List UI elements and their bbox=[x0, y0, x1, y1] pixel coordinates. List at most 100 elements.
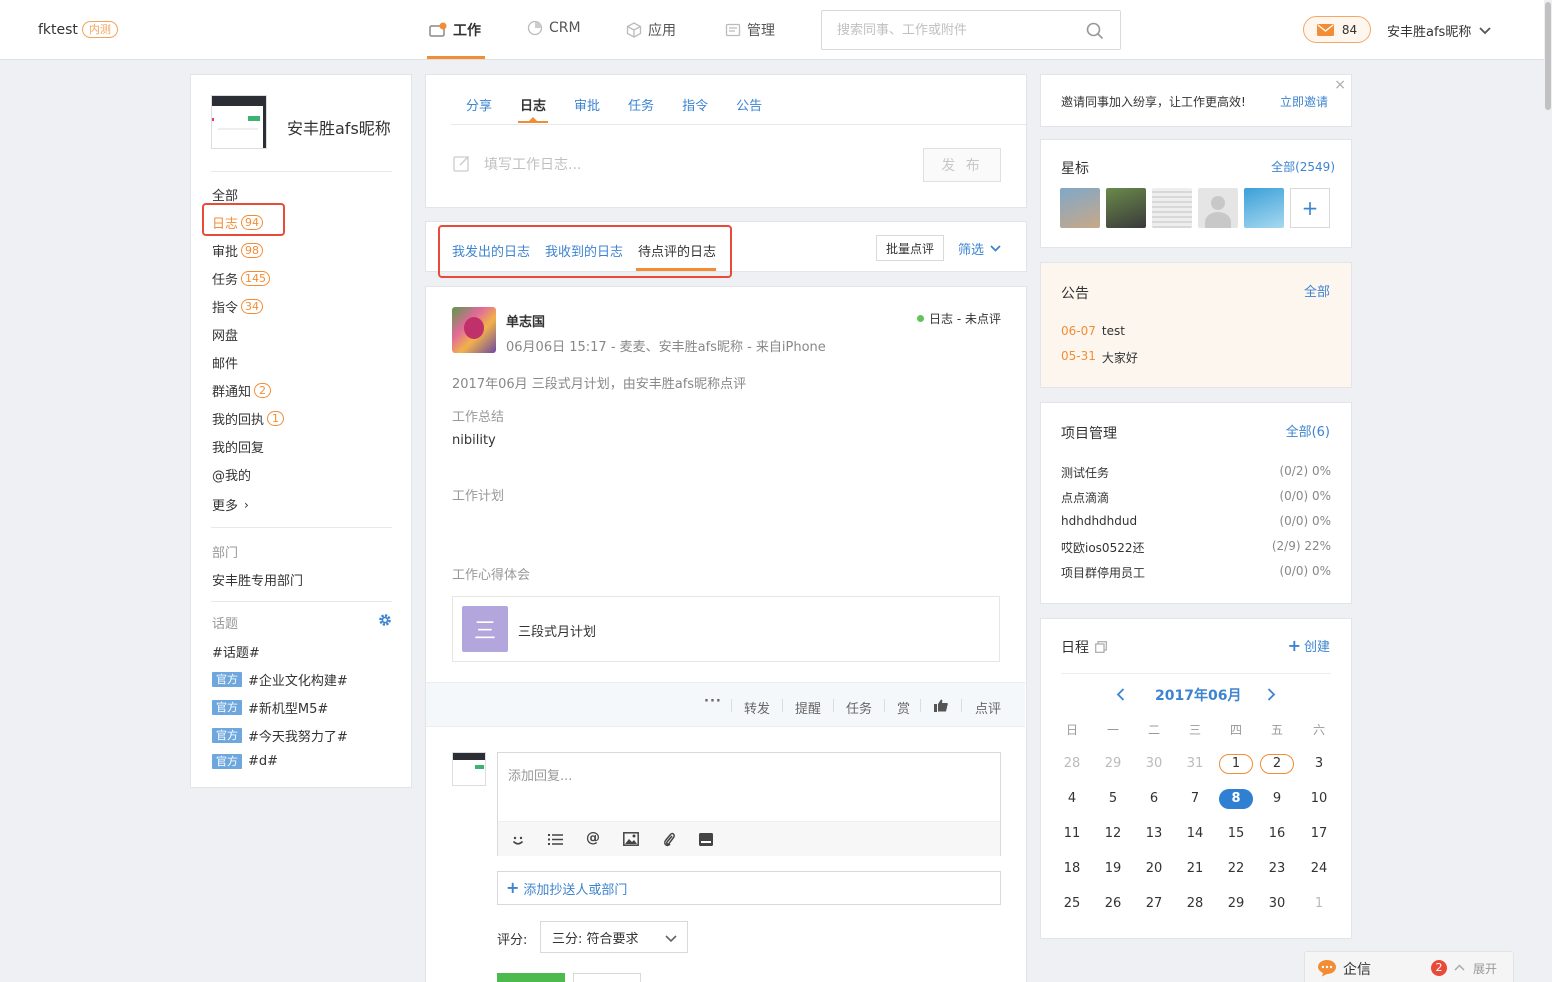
calendar-day[interactable]: 22 bbox=[1219, 859, 1253, 879]
publish-button[interactable]: 发 布 bbox=[923, 148, 1001, 182]
calendar-day[interactable]: 31 bbox=[1178, 754, 1212, 774]
sidebar-item-task[interactable]: 任务 145 bbox=[212, 269, 271, 288]
search-icon[interactable] bbox=[1086, 22, 1104, 40]
calendar-day[interactable]: 10 bbox=[1302, 789, 1336, 809]
project-row[interactable]: 点点滴滴 (0/0) 0% bbox=[1061, 489, 1331, 506]
calendar-day[interactable]: 6 bbox=[1137, 789, 1171, 809]
sidebar-item-mentions[interactable]: @我的 bbox=[212, 465, 251, 484]
calendar-day[interactable]: 30 bbox=[1137, 754, 1171, 774]
starred-avatar[interactable] bbox=[1244, 188, 1284, 228]
topic-item[interactable]: 官方 #企业文化构建# bbox=[212, 670, 348, 689]
calendar-day[interactable]: 26 bbox=[1096, 894, 1130, 914]
emoji-icon[interactable] bbox=[511, 833, 525, 847]
task-button[interactable]: 任务 bbox=[846, 698, 872, 717]
batch-review-button[interactable]: 批量点评 bbox=[876, 235, 944, 261]
topic-item[interactable]: 官方 #新机型M5# bbox=[212, 698, 328, 717]
create-event-button[interactable]: + 创建 bbox=[1288, 636, 1330, 655]
calendar-day[interactable]: 24 bbox=[1302, 859, 1336, 879]
nav-manage[interactable]: 管理 bbox=[725, 20, 775, 40]
scrollbar-thumb[interactable] bbox=[1545, 2, 1551, 110]
sidebar-item-group-notice[interactable]: 群通知 2 bbox=[212, 381, 272, 400]
image-icon[interactable] bbox=[623, 832, 639, 846]
calendar-day[interactable]: 5 bbox=[1096, 789, 1130, 809]
calendar-day[interactable]: 30 bbox=[1260, 894, 1294, 914]
copy-icon[interactable] bbox=[1095, 641, 1107, 653]
sidebar-item-drive[interactable]: 网盘 bbox=[212, 325, 238, 344]
calendar-day[interactable]: 19 bbox=[1096, 859, 1130, 879]
brand[interactable]: fktest 内测 bbox=[38, 21, 118, 38]
sidebar-item-approval[interactable]: 审批 98 bbox=[212, 241, 264, 260]
calendar-day[interactable]: 28 bbox=[1055, 754, 1089, 774]
more-actions-icon[interactable]: ··· bbox=[704, 694, 722, 709]
chevron-left-icon[interactable] bbox=[1116, 688, 1125, 701]
mail-button[interactable]: 84 bbox=[1303, 16, 1371, 43]
calendar-day[interactable]: 20 bbox=[1137, 859, 1171, 879]
tab-approval[interactable]: 审批 bbox=[574, 95, 600, 123]
cancel-button[interactable] bbox=[573, 973, 641, 982]
profile-name[interactable]: 安丰胜afs昵称 bbox=[287, 115, 391, 139]
calendar-day[interactable]: 7 bbox=[1178, 789, 1212, 809]
starred-avatar[interactable] bbox=[1106, 188, 1146, 228]
calendar-day[interactable]: 23 bbox=[1260, 859, 1294, 879]
remind-button[interactable]: 提醒 bbox=[795, 698, 821, 717]
calendar-day[interactable]: 18 bbox=[1055, 859, 1089, 879]
tab-task[interactable]: 任务 bbox=[628, 95, 654, 123]
calendar-day[interactable]: 28 bbox=[1178, 894, 1212, 914]
mention-icon[interactable]: @ bbox=[586, 830, 600, 846]
page-scrollbar[interactable] bbox=[1544, 0, 1552, 982]
announcement-all-link[interactable]: 全部 bbox=[1304, 281, 1330, 300]
filter-dropdown[interactable]: 筛选 bbox=[958, 239, 1001, 258]
search-input[interactable] bbox=[822, 11, 1072, 49]
calendar-day[interactable]: 2 bbox=[1260, 754, 1294, 774]
author-name[interactable]: 单志国 bbox=[506, 311, 545, 330]
close-icon[interactable]: × bbox=[1334, 77, 1346, 93]
project-row[interactable]: 哎欧ios0522还 (2/9) 22% bbox=[1061, 539, 1331, 556]
submit-review-button[interactable] bbox=[497, 973, 565, 982]
tab-share[interactable]: 分享 bbox=[466, 95, 492, 123]
list-icon[interactable] bbox=[548, 833, 563, 846]
calendar-day[interactable]: 9 bbox=[1260, 789, 1294, 809]
calendar-day[interactable]: 29 bbox=[1219, 894, 1253, 914]
calendar-day[interactable]: 3 bbox=[1302, 754, 1336, 774]
calendar-day[interactable]: 29 bbox=[1096, 754, 1130, 774]
reward-button[interactable]: 赏 bbox=[897, 698, 910, 717]
calendar-day[interactable]: 21 bbox=[1178, 859, 1212, 879]
chat-widget[interactable]: 企信 2 展开 bbox=[1304, 951, 1514, 982]
calendar-day[interactable]: 11 bbox=[1055, 824, 1089, 844]
nav-crm[interactable]: CRM bbox=[527, 20, 581, 36]
thumbs-up-icon[interactable] bbox=[934, 699, 948, 712]
user-menu[interactable]: 安丰胜afs昵称 bbox=[1387, 21, 1491, 40]
add-star-button[interactable]: + bbox=[1290, 188, 1330, 228]
calendar-day[interactable]: 14 bbox=[1178, 824, 1212, 844]
review-button[interactable]: 点评 bbox=[975, 698, 1001, 717]
chevron-right-icon[interactable] bbox=[1267, 688, 1276, 701]
calendar-day[interactable]: 12 bbox=[1096, 824, 1130, 844]
announcement-item[interactable]: 05-31 大家好 bbox=[1061, 349, 1138, 366]
calendar-day[interactable]: 16 bbox=[1260, 824, 1294, 844]
tab-announcement[interactable]: 公告 bbox=[736, 95, 762, 123]
calendar-day[interactable]: 25 bbox=[1055, 894, 1089, 914]
sidebar-item-all[interactable]: 全部 bbox=[212, 185, 238, 204]
calendar-day[interactable]: 17 bbox=[1302, 824, 1336, 844]
project-row[interactable]: hdhdhdhdud (0/0) 0% bbox=[1061, 514, 1331, 528]
sidebar-item-dept[interactable]: 安丰胜专用部门 bbox=[212, 570, 303, 589]
attachment-card[interactable]: 三 三段式月计划 bbox=[452, 596, 1000, 662]
topic-item[interactable]: 官方 #今天我努力了# bbox=[212, 726, 348, 745]
attachment-icon[interactable] bbox=[663, 832, 675, 847]
calendar-day[interactable]: 13 bbox=[1137, 824, 1171, 844]
add-cc-button[interactable]: + 添加抄送人或部门 bbox=[497, 871, 1001, 905]
announcement-item[interactable]: 06-07 test bbox=[1061, 324, 1125, 338]
log-compose-input[interactable]: 填写工作日志... bbox=[484, 154, 581, 174]
keyboard-icon[interactable] bbox=[699, 833, 713, 846]
nav-work[interactable]: 工作 bbox=[429, 20, 481, 40]
sidebar-item-receipts[interactable]: 我的回执 1 bbox=[212, 409, 285, 428]
calendar-day[interactable]: 1 bbox=[1219, 754, 1253, 774]
calendar-day[interactable]: 8 bbox=[1219, 789, 1253, 809]
calendar-day[interactable]: 27 bbox=[1137, 894, 1171, 914]
tab-command[interactable]: 指令 bbox=[682, 95, 708, 123]
sidebar-more[interactable]: 更多 › bbox=[212, 495, 249, 515]
starred-all-link[interactable]: 全部(2549) bbox=[1271, 158, 1335, 175]
starred-avatar[interactable] bbox=[1060, 188, 1100, 228]
starred-avatar[interactable] bbox=[1152, 188, 1192, 228]
author-avatar[interactable] bbox=[452, 307, 496, 353]
